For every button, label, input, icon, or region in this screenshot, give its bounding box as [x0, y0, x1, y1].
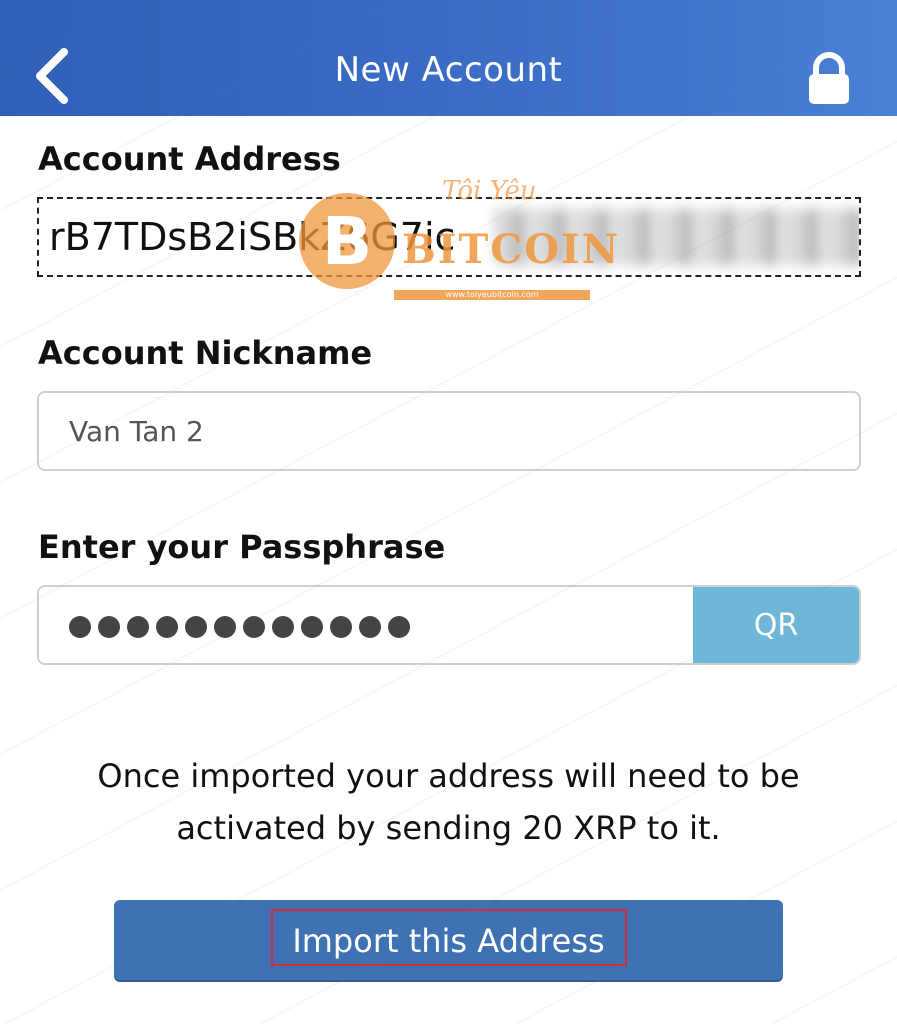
- lock-icon: [809, 52, 849, 104]
- account-nickname-input[interactable]: [37, 391, 861, 471]
- passphrase-masked-value: [69, 606, 410, 638]
- address-redaction-blur: [494, 209, 859, 265]
- page-title: New Account: [334, 50, 563, 90]
- qr-scan-button[interactable]: QR: [693, 587, 859, 663]
- account-address-label: Account Address: [38, 140, 341, 178]
- activation-notice-line2: activated by sending 20 XRP to it.: [176, 809, 721, 847]
- lock-button[interactable]: [804, 52, 854, 106]
- activation-notice-line1: Once imported your address will need to …: [97, 757, 800, 795]
- account-nickname-label: Account Nickname: [38, 334, 373, 372]
- watermark-url: www.toiyeubitcoin.com: [394, 290, 590, 300]
- passphrase-label: Enter your Passphrase: [38, 528, 446, 566]
- account-address-field[interactable]: rB7TDsB2iSBkZ6G7ic: [37, 197, 861, 277]
- highlight-annotation: [271, 909, 627, 966]
- nav-header: New Account: [0, 0, 897, 116]
- new-account-screen: New Account Account Address rB7TDsB2iSBk…: [0, 0, 897, 1024]
- passphrase-input[interactable]: QR: [37, 585, 861, 665]
- account-address-value: rB7TDsB2iSBkZ6G7ic: [49, 215, 456, 259]
- import-address-button[interactable]: Import this Address: [114, 900, 783, 980]
